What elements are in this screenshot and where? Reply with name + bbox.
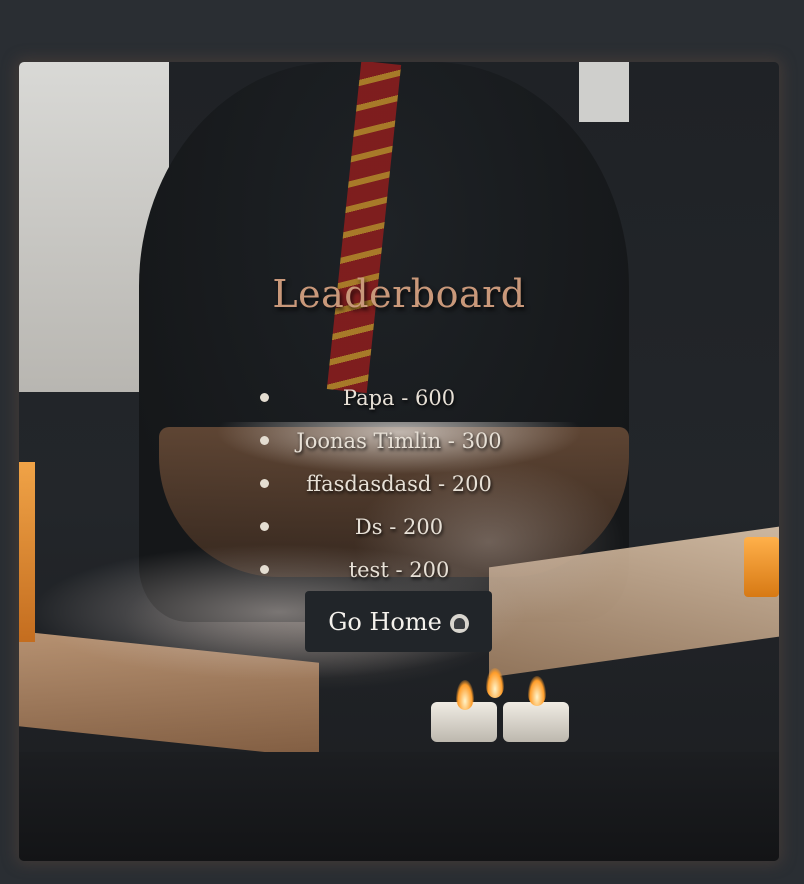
page-title: Leaderboard <box>272 272 526 316</box>
leaderboard-entry: test - 200 <box>249 552 549 595</box>
bullet-icon <box>260 436 269 445</box>
bullet-icon <box>260 393 269 402</box>
bullet-icon <box>260 479 269 488</box>
leaderboard-entry-text: test - 200 <box>348 558 450 582</box>
leaderboard-entry-text: Ds - 200 <box>354 515 444 539</box>
leaderboard-content: Leaderboard Papa - 600 Joonas Timlin - 3… <box>19 62 779 861</box>
bullet-icon <box>260 565 269 574</box>
leaderboard-entry-text: Joonas Timlin - 300 <box>296 429 502 453</box>
leaderboard-entry-text: ffasdasdasd - 200 <box>306 472 492 496</box>
go-home-button[interactable]: Go Home <box>305 591 492 652</box>
leaderboard-entry-text: Papa - 600 <box>342 386 456 410</box>
leaderboard-entry: Ds - 200 <box>249 509 549 552</box>
bullet-icon <box>260 522 269 531</box>
wizard-face-icon <box>449 613 469 633</box>
leaderboard-list: Papa - 600 Joonas Timlin - 300 ffasdasda… <box>249 380 549 595</box>
go-home-label: Go Home <box>328 607 442 636</box>
leaderboard-entry: Papa - 600 <box>249 380 549 423</box>
leaderboard-entry: Joonas Timlin - 300 <box>249 423 549 466</box>
leaderboard-card: Leaderboard Papa - 600 Joonas Timlin - 3… <box>19 62 779 861</box>
leaderboard-entry: ffasdasdasd - 200 <box>249 466 549 509</box>
